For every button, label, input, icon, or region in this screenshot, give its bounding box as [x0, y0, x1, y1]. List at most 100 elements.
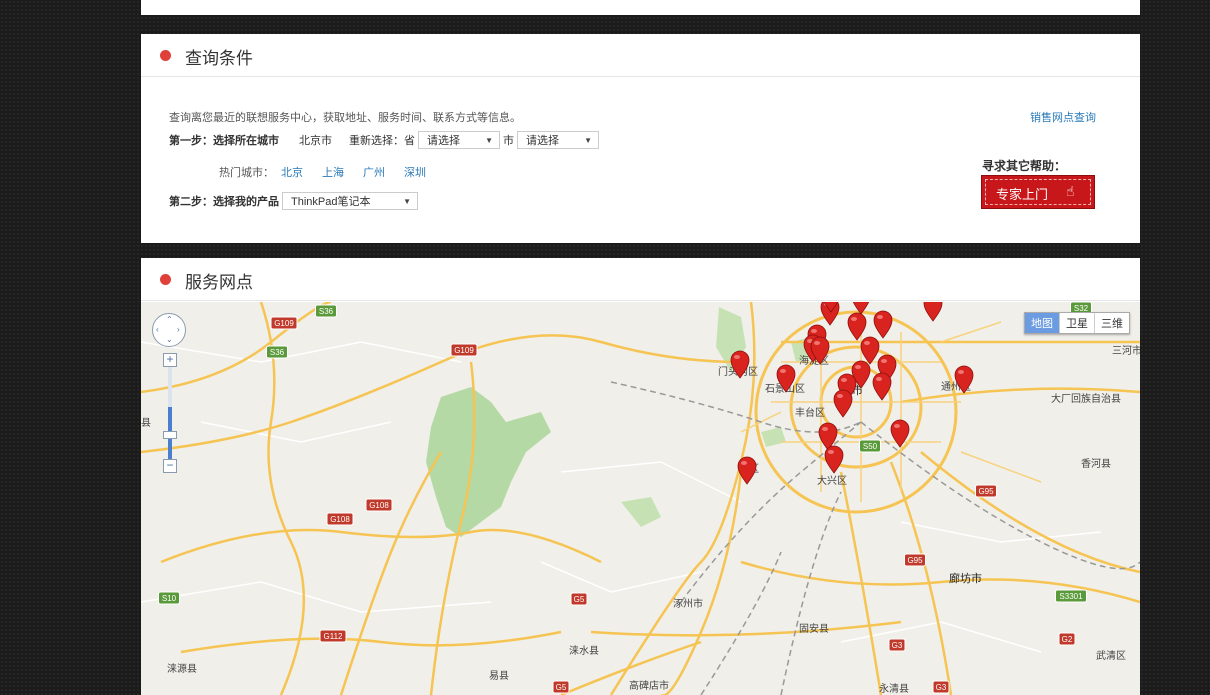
query-header: 查询条件 [141, 34, 1140, 77]
road-shield: G109 [270, 316, 298, 330]
pan-control[interactable]: ⌃ ⌄ ‹ › [152, 313, 186, 347]
svg-text:S50: S50 [863, 442, 878, 451]
zoom-slider-thumb[interactable] [163, 431, 177, 439]
query-intro-text: 查询离您最近的联想服务中心，获取地址、服务时间、联系方式等信息。 [169, 112, 521, 124]
map-type-satellite[interactable]: 卫星 [1059, 313, 1094, 333]
sales-outlet-link[interactable]: 销售网点查询 [1030, 109, 1096, 125]
place-label: 涿州市 [673, 597, 703, 610]
place-label: 永清县 [879, 682, 909, 695]
road-shield: G95 [975, 484, 997, 498]
city-label: 市 [503, 135, 514, 147]
road-shield: G3 [888, 638, 906, 652]
pan-up-icon[interactable]: ⌃ [166, 315, 173, 324]
expert-visit-label: 专家上门 [996, 187, 1049, 202]
service-title: 服务网点 [185, 273, 253, 292]
road-shield: S3301 [1055, 589, 1087, 603]
product-select-value: ThinkPad笔记本 [291, 196, 371, 208]
svg-text:G109: G109 [274, 319, 294, 328]
place-label: 大厂回族自治县 [1051, 392, 1121, 405]
step2-label: 第二步：选择我的产品 [169, 196, 279, 208]
svg-text:G2: G2 [1062, 635, 1073, 644]
help-title: 寻求其它帮助： [982, 159, 1067, 173]
place-label: 丰台区 [795, 406, 825, 419]
hot-cities-label: 热门城市： [219, 167, 274, 179]
step2-row: 第二步：选择我的产品 ThinkPad笔记本 ▼ [169, 192, 418, 210]
bullet-dot-icon [160, 274, 171, 285]
hot-cities-row: 热门城市： 北京 上海 广州 深圳 [219, 164, 445, 180]
reselect-label: 重新选择：省 [349, 135, 415, 147]
chevron-down-icon: ▼ [403, 196, 411, 206]
map-type-switcher[interactable]: 地图 卫星 三维 [1024, 312, 1130, 334]
road-shield: G109 [450, 343, 478, 357]
place-label: 武清区 [1096, 649, 1126, 662]
city-select[interactable]: 请选择 ▼ [517, 131, 599, 149]
map-type-map[interactable]: 地图 [1025, 313, 1059, 333]
hand-cursor-icon: ☝ [1066, 183, 1075, 199]
zoom-in-button[interactable]: + [163, 353, 177, 367]
zoom-out-button[interactable]: − [163, 459, 177, 473]
service-header: 服务网点 [141, 258, 1140, 301]
road-shield: S10 [158, 591, 180, 605]
road-shield: G3 [932, 680, 950, 694]
place-label: 高碑店市 [629, 679, 669, 692]
zoom-slider[interactable] [163, 367, 177, 459]
svg-text:G108: G108 [369, 501, 389, 510]
road-shield: G112 [319, 629, 347, 643]
query-title: 查询条件 [185, 49, 253, 68]
road-shield: G95 [904, 553, 926, 567]
zoom-control[interactable]: + − [163, 353, 177, 473]
svg-text:S3301: S3301 [1059, 592, 1083, 601]
place-label: 三河市 [1112, 344, 1140, 357]
current-city: 北京市 [299, 135, 332, 147]
svg-text:G3: G3 [936, 683, 947, 692]
step1-row: 第一步：选择所在城市 北京市 重新选择：省 请选择 ▼ 市 请选择 ▼ [169, 131, 599, 149]
place-label: 香河县 [1081, 458, 1111, 470]
svg-text:S10: S10 [162, 594, 177, 603]
svg-text:G95: G95 [907, 556, 923, 565]
chevron-down-icon: ▼ [584, 135, 592, 145]
svg-text:G108: G108 [330, 515, 350, 524]
road-shield: S36 [315, 304, 337, 318]
pan-down-icon[interactable]: ⌄ [166, 335, 173, 344]
query-panel: 查询条件 查询离您最近的联想服务中心，获取地址、服务时间、联系方式等信息。 销售… [141, 34, 1140, 243]
place-label: 易县 [489, 670, 509, 682]
place-label: 涞水县 [569, 645, 599, 657]
service-map[interactable]: G109 S36 S36 G109 G108 G108 S10 G112 G5 S50 G95 G95… [141, 302, 1140, 695]
svg-text:G5: G5 [556, 683, 567, 692]
step1-label: 第一步：选择所在城市 [169, 135, 279, 147]
service-panel: 服务网点 G109 S36 S36 G109 G108 G108 S10 G11… [141, 258, 1140, 695]
place-label: 廊坊市 [949, 571, 982, 585]
svg-text:G95: G95 [978, 487, 994, 496]
road-shield: S50 [859, 439, 881, 453]
hot-city-guangzhou[interactable]: 广州 [363, 164, 385, 180]
chevron-down-icon: ▼ [485, 135, 493, 145]
svg-text:G109: G109 [454, 346, 474, 355]
road-shield: G5 [570, 592, 588, 606]
svg-text:G3: G3 [892, 641, 903, 650]
bullet-dot-icon [160, 50, 171, 61]
expert-visit-button[interactable]: 专家上门 ☝ [981, 175, 1095, 209]
svg-text:G112: G112 [324, 632, 344, 641]
pan-right-icon[interactable]: › [177, 325, 180, 334]
product-select[interactable]: ThinkPad笔记本 ▼ [282, 192, 418, 210]
svg-text:S36: S36 [319, 307, 334, 316]
road-shield: G5 [552, 680, 570, 694]
map-type-3d[interactable]: 三维 [1094, 313, 1129, 333]
road-shield: G108 [326, 512, 354, 526]
province-select[interactable]: 请选择 ▼ [418, 131, 500, 149]
hot-city-shanghai[interactable]: 上海 [322, 164, 344, 180]
svg-text:G5: G5 [574, 595, 585, 604]
svg-text:S36: S36 [270, 348, 285, 357]
top-panel-strip [141, 0, 1140, 15]
road-shield: G108 [365, 498, 393, 512]
hot-city-beijing[interactable]: 北京 [281, 164, 303, 180]
city-select-value: 请选择 [526, 135, 559, 147]
road-shield: G2 [1058, 632, 1076, 646]
map-canvas[interactable]: G109 S36 S36 G109 G108 G108 S10 G112 G5 S50 G95 G95… [141, 302, 1140, 695]
place-label: 涞源县 [167, 662, 197, 675]
place-label: 固安县 [799, 622, 829, 635]
hot-city-shenzhen[interactable]: 深圳 [404, 164, 426, 180]
place-label: 大兴区 [817, 474, 847, 487]
pan-left-icon[interactable]: ‹ [156, 325, 159, 334]
road-shield: S36 [266, 345, 288, 359]
